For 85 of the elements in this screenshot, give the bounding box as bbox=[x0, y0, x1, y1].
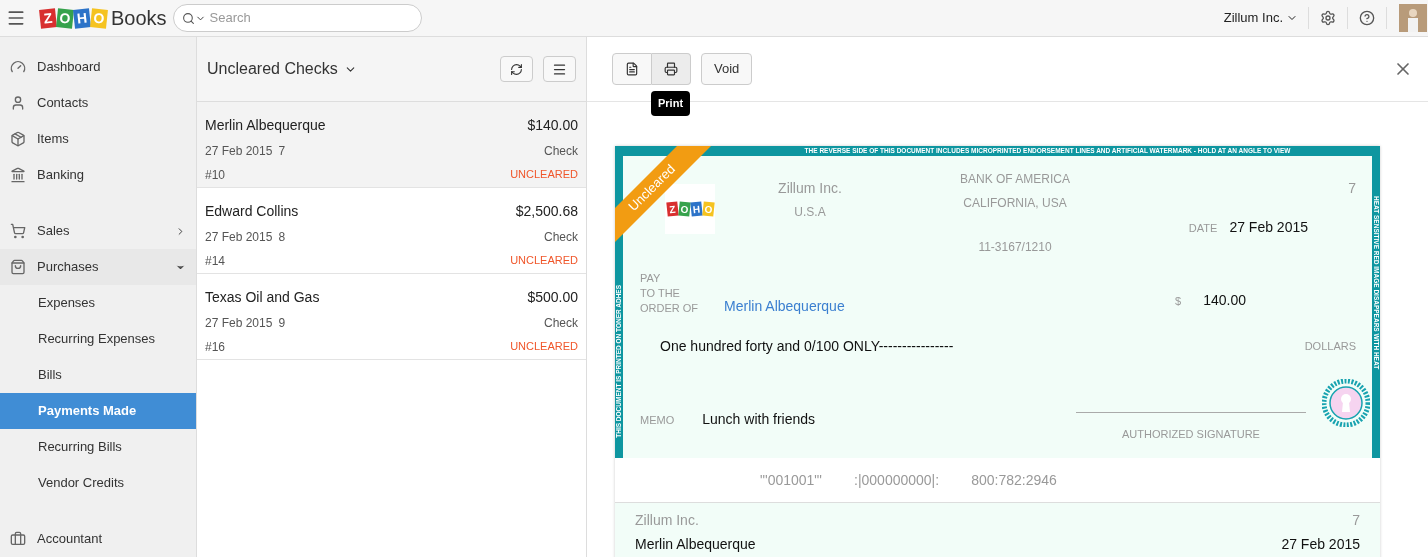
box-icon bbox=[10, 131, 26, 147]
check-date: 27 Feb 2015 bbox=[1229, 218, 1308, 237]
sidebar-item[interactable]: Purchases bbox=[0, 249, 196, 285]
company-name: Zillum Inc. bbox=[778, 179, 842, 198]
micr-code: "'001001"' bbox=[760, 470, 822, 490]
refresh-icon bbox=[510, 62, 523, 76]
payee-name: Edward Collins bbox=[205, 202, 299, 221]
date-label: DATE bbox=[1188, 221, 1218, 236]
check-amount: 140.00 bbox=[1203, 291, 1246, 310]
signature-label: AUTHORIZED SIGNATURE bbox=[1122, 426, 1260, 442]
sidebar-item[interactable]: Dashboard bbox=[0, 49, 196, 85]
date-text: 27 Feb 2015 7 bbox=[205, 143, 286, 160]
type-text: Check bbox=[544, 315, 578, 332]
menu-button[interactable] bbox=[543, 56, 576, 82]
check-number: 7 bbox=[1348, 179, 1356, 198]
dollars-label: DOLLARS bbox=[1304, 339, 1356, 355]
document-icon bbox=[625, 62, 639, 76]
memo-text: Lunch with friends bbox=[702, 410, 816, 429]
pay-label: PAY bbox=[640, 271, 662, 286]
menu-icon bbox=[552, 61, 567, 77]
gauge-icon bbox=[10, 59, 26, 75]
status-text: UNCLEARED bbox=[510, 339, 578, 354]
view-dropdown[interactable]: Uncleared Checks bbox=[207, 57, 357, 81]
amount-in-words: One hundred forty and 0/100 ONLY---------------- bbox=[660, 337, 954, 356]
sidebar-item[interactable]: Bills bbox=[0, 357, 196, 393]
routing-number: 11-3167/1210 bbox=[978, 239, 1052, 256]
sidebar-item[interactable]: Payments Made bbox=[0, 393, 196, 429]
help-icon[interactable] bbox=[1359, 10, 1375, 26]
cart-icon bbox=[10, 223, 26, 239]
date-text: 27 Feb 2015 8 bbox=[205, 229, 286, 246]
amount-text: $500.00 bbox=[527, 288, 578, 307]
sidebar-item[interactable]: Contacts bbox=[0, 85, 196, 121]
tooltip: Print bbox=[651, 91, 691, 116]
pdf-button[interactable] bbox=[612, 53, 652, 85]
search-field[interactable]: Search bbox=[209, 8, 400, 28]
payee-name: Texas Oil and Gas bbox=[205, 288, 320, 307]
person-icon bbox=[10, 95, 26, 111]
sidebar-item[interactable]: Recurring Expenses bbox=[0, 321, 196, 357]
pay-label: TO THE bbox=[640, 286, 681, 301]
sidebar-item[interactable]: Expenses bbox=[0, 285, 196, 321]
bank-location: CALIFORNIA, USA bbox=[963, 195, 1067, 212]
sidebar-item[interactable]: Recurring Bills bbox=[0, 429, 196, 465]
printer-icon bbox=[664, 62, 678, 76]
micr-code: 800:782:2946 bbox=[971, 470, 1057, 490]
sidebar-item[interactable]: Vendor Credits bbox=[0, 465, 196, 501]
status-text: UNCLEARED bbox=[510, 167, 578, 182]
type-text: Check bbox=[544, 143, 578, 160]
sidebar-item[interactable]: Items bbox=[0, 121, 196, 157]
void-button[interactable]: Void bbox=[701, 53, 753, 85]
search-bar[interactable]: Search bbox=[172, 4, 422, 32]
pay-label: ORDER OF bbox=[640, 301, 699, 316]
type-text: Check bbox=[544, 229, 578, 246]
search-icon bbox=[181, 11, 195, 25]
refresh-button[interactable] bbox=[500, 56, 533, 82]
bank-icon bbox=[10, 167, 26, 183]
memo-label: MEMO bbox=[640, 412, 675, 428]
reference-text: #16 bbox=[205, 339, 226, 356]
sidebar-item[interactable]: Accountant bbox=[0, 521, 196, 557]
sidebar-item[interactable]: Sales bbox=[0, 213, 196, 249]
payee-name: Merlin Albequerque bbox=[205, 116, 326, 135]
check-row[interactable]: Merlin Albequerque $140.00 27 Feb 2015 7 Check #10 UNCLEARED bbox=[197, 102, 586, 188]
company-name: Zillum Inc. bbox=[635, 512, 699, 528]
amount-text: $140.00 bbox=[527, 116, 578, 135]
organization-dropdown[interactable]: Zillum Inc. bbox=[1223, 7, 1309, 29]
reference-text: #10 bbox=[205, 167, 226, 184]
bag-icon bbox=[10, 259, 26, 275]
date-text: 27 Feb 2015 9 bbox=[205, 315, 286, 332]
amount-text: $2,500.68 bbox=[515, 202, 578, 221]
currency-label: $ bbox=[1175, 294, 1182, 309]
sidebar-item[interactable]: Banking bbox=[0, 157, 196, 193]
check-date: 27 Feb 2015 bbox=[1281, 536, 1360, 552]
menu-icon[interactable] bbox=[6, 8, 26, 28]
print-button[interactable] bbox=[652, 53, 691, 85]
brand-name: Books bbox=[111, 6, 167, 31]
heat-seal-icon bbox=[1322, 379, 1370, 427]
payee-name: Merlin Albequerque bbox=[724, 297, 845, 316]
briefcase-icon bbox=[10, 531, 26, 547]
status-text: UNCLEARED bbox=[510, 253, 578, 268]
reference-text: #14 bbox=[205, 253, 226, 270]
bank-name: BANK OF AMERICA bbox=[960, 171, 1070, 188]
settings-icon[interactable] bbox=[1320, 10, 1336, 26]
company-country: U.S.A bbox=[794, 204, 826, 221]
payee-name: Merlin Albequerque bbox=[635, 536, 756, 552]
micr-code: :|000000000|: bbox=[854, 470, 940, 490]
check-number: 7 bbox=[1352, 512, 1360, 528]
